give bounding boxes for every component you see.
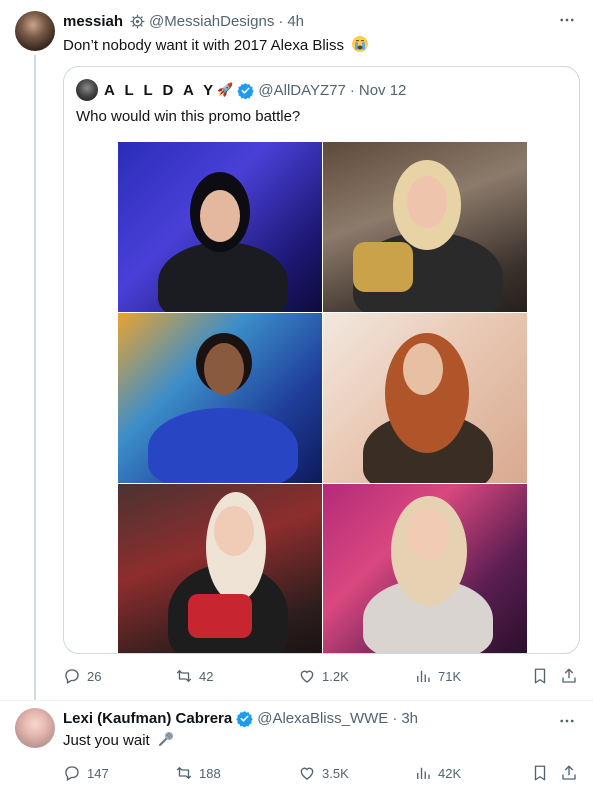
avatar[interactable] bbox=[15, 11, 55, 51]
author-handle[interactable]: @MessiahDesigns bbox=[149, 13, 274, 30]
thread-connector-line bbox=[34, 55, 36, 700]
image-collage[interactable] bbox=[118, 142, 527, 653]
views-button[interactable]: 42K bbox=[414, 763, 461, 783]
quoted-author-name: A L L D A Y bbox=[104, 81, 217, 99]
like-count: 3.5K bbox=[322, 765, 349, 781]
tweet-main: messiah @MessiahDesigns · 4h Don’t nobod… bbox=[0, 0, 593, 700]
views-button[interactable]: 71K bbox=[414, 666, 461, 686]
share-button[interactable] bbox=[560, 666, 578, 686]
like-count: 1.2K bbox=[322, 668, 349, 684]
views-icon bbox=[417, 670, 430, 682]
microphone-icon bbox=[157, 730, 175, 748]
verified-badge-icon bbox=[237, 82, 255, 99]
views-icon bbox=[417, 767, 430, 779]
share-button[interactable] bbox=[560, 763, 578, 783]
reply-count: 26 bbox=[87, 668, 102, 684]
timestamp[interactable]: 3h bbox=[401, 710, 418, 727]
like-button[interactable]: 3.5K bbox=[298, 763, 349, 783]
heart-icon bbox=[300, 670, 314, 683]
quoted-tweet-header: A L L D A Y 🚀 @AllDAYZ77 · Nov 12 bbox=[76, 79, 406, 101]
bookmark-icon bbox=[534, 765, 546, 781]
reply-count: 147 bbox=[87, 765, 109, 781]
reply-icon bbox=[65, 766, 79, 781]
reply-button[interactable]: 26 bbox=[63, 666, 101, 686]
wrestler-photo[interactable] bbox=[118, 142, 322, 312]
separator-dot: · bbox=[392, 710, 398, 727]
views-count: 42K bbox=[438, 765, 462, 781]
repost-icon bbox=[176, 670, 192, 682]
separator-dot: · bbox=[349, 81, 355, 99]
bookmark-button[interactable] bbox=[531, 666, 549, 686]
like-button[interactable]: 1.2K bbox=[298, 666, 349, 686]
quoted-author-handle: @AllDAYZ77 bbox=[258, 81, 346, 99]
wrestler-photo[interactable] bbox=[118, 484, 322, 653]
tweet-header: messiah @MessiahDesigns · 4h bbox=[63, 13, 304, 30]
quoted-date: Nov 12 bbox=[358, 81, 407, 99]
quoted-tweet-text: Who would win this promo battle? bbox=[76, 108, 301, 125]
verified-badge-icon bbox=[236, 710, 253, 728]
more-options-icon[interactable] bbox=[555, 712, 579, 730]
timestamp[interactable]: 4h bbox=[287, 13, 304, 30]
quoted-tweet[interactable]: A L L D A Y 🚀 @AllDAYZ77 · Nov 12 Who wo… bbox=[63, 66, 580, 654]
wrestler-photo[interactable] bbox=[323, 313, 527, 483]
tweet-actions: 26 42 1.2K 71K bbox=[63, 666, 583, 686]
author-name[interactable]: messiah bbox=[63, 13, 123, 30]
more-options-icon[interactable] bbox=[555, 11, 579, 29]
repost-button[interactable]: 42 bbox=[175, 666, 213, 686]
reply-button[interactable]: 147 bbox=[63, 763, 109, 783]
separator-dot: · bbox=[278, 13, 284, 30]
repost-count: 188 bbox=[199, 765, 221, 781]
wrestler-photo[interactable] bbox=[323, 142, 527, 312]
share-icon bbox=[562, 765, 576, 780]
tweet-text-content: Don’t nobody want it with 2017 Alexa Bli… bbox=[63, 37, 344, 54]
tweet-text: Don’t nobody want it with 2017 Alexa Bli… bbox=[63, 35, 369, 56]
reply-actions: 147 188 3.5K 42K bbox=[63, 763, 583, 783]
quoted-avatar bbox=[76, 79, 98, 101]
wrestler-photo[interactable] bbox=[323, 484, 527, 653]
repost-count: 42 bbox=[199, 668, 214, 684]
repost-button[interactable]: 188 bbox=[175, 763, 221, 783]
reply-text: Just you wait bbox=[63, 730, 175, 751]
author-handle[interactable]: @AlexaBliss_WWE bbox=[257, 710, 388, 727]
share-icon bbox=[562, 668, 576, 683]
bookmark-icon bbox=[534, 668, 546, 684]
views-count: 71K bbox=[438, 668, 462, 684]
avatar[interactable] bbox=[15, 708, 55, 748]
rocket-emoji: 🚀 bbox=[217, 82, 234, 97]
reply-text-content: Just you wait bbox=[63, 732, 150, 749]
reply-header: Lexi (Kaufman) Cabrera @AlexaBliss_WWE ·… bbox=[63, 710, 418, 728]
bookmark-button[interactable] bbox=[531, 763, 549, 783]
author-name[interactable]: Lexi (Kaufman) Cabrera bbox=[63, 710, 232, 727]
gear-icon bbox=[129, 14, 145, 30]
heart-icon bbox=[300, 767, 314, 780]
wrestler-photo[interactable] bbox=[118, 313, 322, 483]
repost-icon bbox=[176, 767, 192, 779]
crying-face-icon bbox=[351, 35, 369, 53]
reply-icon bbox=[65, 669, 79, 684]
